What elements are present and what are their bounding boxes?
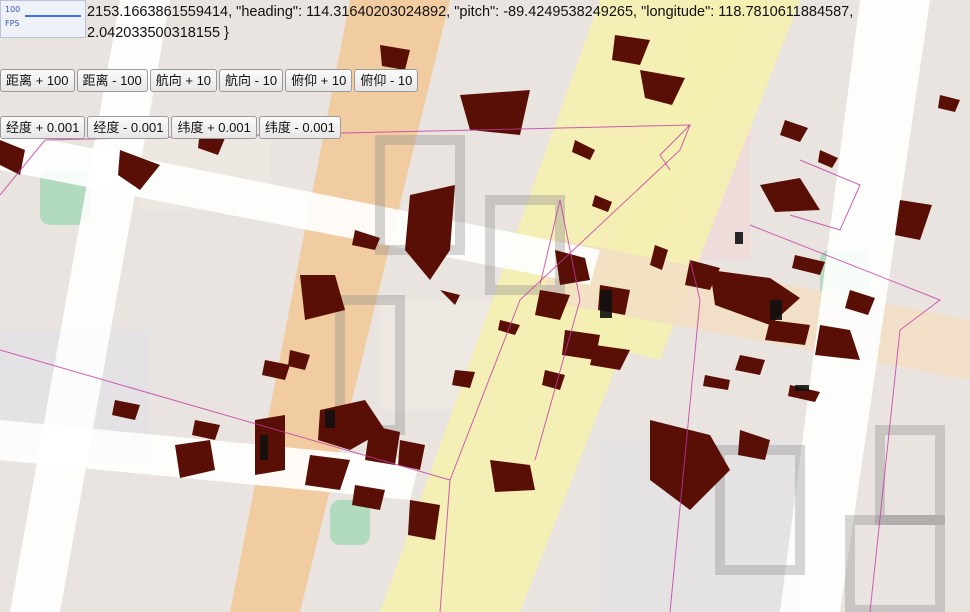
building-shadow [770, 300, 782, 320]
toolbar-row-1: 距离 + 100 距离 - 100 航向 + 10 航向 - 10 俯仰 + 1… [0, 69, 419, 92]
building-shadow [325, 410, 335, 428]
toolbar-row-2: 经度 + 0.001 经度 - 0.001 纬度 + 0.001 纬度 - 0.… [0, 116, 341, 139]
pitch-minus-button[interactable]: 俯仰 - 10 [354, 69, 419, 92]
building [460, 90, 530, 135]
building [255, 415, 285, 475]
latitude-minus-button[interactable]: 纬度 - 0.001 [258, 116, 341, 139]
fps-value: 100 [5, 5, 21, 14]
building [365, 425, 400, 465]
building-shadow [795, 385, 809, 391]
fps-panel: 100 FPS [0, 0, 86, 38]
distance-minus-button[interactable]: 距离 - 100 [76, 69, 148, 92]
heading-plus-button[interactable]: 航向 + 10 [149, 69, 218, 92]
pitch-plus-button[interactable]: 俯仰 + 10 [285, 69, 353, 92]
building-shadow [260, 435, 268, 460]
building-shadow [735, 232, 743, 244]
fps-graph-line [25, 15, 81, 17]
building [490, 460, 535, 492]
longitude-plus-button[interactable]: 经度 + 0.001 [0, 116, 86, 139]
fps-unit: FPS [5, 19, 20, 28]
heading-minus-button[interactable]: 航向 - 10 [219, 69, 284, 92]
building-shadow [600, 290, 612, 318]
latitude-plus-button[interactable]: 纬度 + 0.001 [171, 116, 257, 139]
building [408, 500, 440, 540]
longitude-minus-button[interactable]: 经度 - 0.001 [87, 116, 170, 139]
distance-plus-button[interactable]: 距离 + 100 [0, 69, 75, 92]
